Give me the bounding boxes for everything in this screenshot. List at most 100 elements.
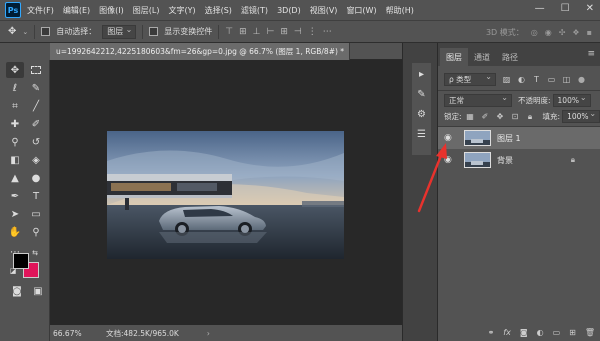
document-tab[interactable]: u=1992642212,4225180603&fm=26&gp=0.jpg @… bbox=[50, 43, 350, 60]
layer-name[interactable]: 图层 1 bbox=[497, 133, 521, 144]
layer-row[interactable]: ◉ 图层 1 bbox=[438, 127, 600, 149]
hand-tool-icon[interactable]: ✋ bbox=[6, 224, 24, 240]
properties-panel-icon[interactable]: ☰ bbox=[416, 129, 427, 140]
swap-colors-icon[interactable]: ⇆ bbox=[30, 248, 40, 258]
align-left-icon[interactable]: ⊢ bbox=[267, 27, 275, 37]
screen-mode-icon[interactable]: ▣ bbox=[29, 283, 47, 299]
lock-all-icon[interactable]: 🔒︎ bbox=[526, 112, 535, 121]
foreground-color-swatch[interactable] bbox=[13, 253, 29, 269]
lock-artboard-icon[interactable]: ⊡ bbox=[511, 112, 520, 121]
align-top-icon[interactable]: ⊤ bbox=[225, 27, 233, 37]
lock-transparent-icon[interactable]: ▦ bbox=[466, 112, 475, 121]
tab-channels[interactable]: 通道 bbox=[468, 48, 496, 66]
quick-select-tool-icon[interactable]: ✎ bbox=[27, 80, 45, 96]
menu-filter[interactable]: 滤镜(T) bbox=[241, 5, 268, 16]
minimize-button[interactable]: — bbox=[535, 3, 545, 14]
type-tool-icon[interactable]: T bbox=[27, 188, 45, 204]
adjustment-layer-icon[interactable]: ◐ bbox=[537, 328, 544, 337]
layer-filter-dropdown[interactable]: ρ 类型 bbox=[444, 72, 496, 86]
tab-layers[interactable]: 图层 bbox=[440, 48, 468, 66]
menu-layer[interactable]: 图层(L) bbox=[133, 5, 160, 16]
fx-icon[interactable]: fx bbox=[503, 328, 511, 337]
eraser-tool-icon[interactable]: ◧ bbox=[6, 152, 24, 168]
auto-select-dropdown[interactable]: 图层 bbox=[102, 24, 137, 39]
align-vcenter-icon[interactable]: ⊞ bbox=[239, 27, 247, 37]
pen-tool-icon[interactable]: ✒ bbox=[6, 188, 24, 204]
history-panel-icon[interactable]: ▸ bbox=[416, 69, 427, 80]
filter-pixel-icon[interactable]: ▨ bbox=[502, 75, 511, 84]
filter-toggle-icon[interactable]: ● bbox=[577, 75, 586, 84]
adjustments-panel-icon[interactable]: ⚙ bbox=[416, 109, 427, 120]
link-layers-icon[interactable]: ⚭ bbox=[488, 328, 495, 337]
opacity-input[interactable]: 100% bbox=[552, 93, 591, 107]
paint-bucket-icon[interactable]: ◈ bbox=[27, 152, 45, 168]
filter-adjustment-icon[interactable]: ◐ bbox=[517, 75, 526, 84]
eye-icon[interactable]: ◉ bbox=[444, 155, 456, 165]
menu-image[interactable]: 图像(I) bbox=[99, 5, 124, 16]
blend-mode-dropdown[interactable]: 正常 bbox=[444, 93, 512, 107]
distribute-h-icon[interactable]: ⋯ bbox=[323, 27, 332, 37]
eye-icon[interactable]: ◉ bbox=[444, 133, 456, 143]
zoom-tool-icon[interactable]: ⚲ bbox=[27, 224, 45, 240]
tab-paths[interactable]: 路径 bbox=[496, 48, 524, 66]
filter-type-icon[interactable]: T bbox=[532, 75, 541, 84]
3d-rotate-icon[interactable]: ◎ bbox=[531, 28, 538, 37]
align-hcenter-icon[interactable]: ⊞ bbox=[280, 27, 288, 37]
path-select-icon[interactable]: ➤ bbox=[6, 206, 24, 222]
menu-file[interactable]: 文件(F) bbox=[27, 5, 54, 16]
canvas-area[interactable] bbox=[50, 60, 402, 325]
eyedropper-tool-icon[interactable]: ╱ bbox=[27, 98, 45, 114]
menu-type[interactable]: 文字(Y) bbox=[168, 5, 195, 16]
status-menu-arrow-icon[interactable]: › bbox=[207, 329, 210, 338]
menu-3d[interactable]: 3D(D) bbox=[277, 6, 301, 15]
lasso-tool-icon[interactable]: ℓ bbox=[6, 80, 24, 96]
brush-panel-icon[interactable]: ✎ bbox=[416, 89, 427, 100]
shape-tool-icon[interactable]: ▭ bbox=[27, 206, 45, 222]
show-transform-checkbox[interactable] bbox=[149, 27, 159, 36]
filter-shape-icon[interactable]: ▭ bbox=[547, 75, 556, 84]
menu-view[interactable]: 视图(V) bbox=[310, 5, 338, 16]
new-layer-icon[interactable]: ⊞ bbox=[569, 328, 576, 337]
add-mask-icon[interactable]: ◙ bbox=[520, 328, 528, 337]
filter-smart-icon[interactable]: ◫ bbox=[562, 75, 571, 84]
menu-window[interactable]: 窗口(W) bbox=[346, 5, 376, 16]
3d-slide-icon[interactable]: ❖ bbox=[572, 28, 579, 37]
brush-tool-icon[interactable]: ✐ bbox=[27, 116, 45, 132]
dodge-tool-icon[interactable]: ● bbox=[27, 170, 45, 186]
lock-position-icon[interactable]: ✥ bbox=[496, 112, 505, 121]
menu-select[interactable]: 选择(S) bbox=[205, 5, 232, 16]
document-tab-bar: u=1992642212,4225180603&fm=26&gp=0.jpg @… bbox=[50, 43, 402, 60]
3d-scale-icon[interactable]: ▪ bbox=[587, 28, 592, 37]
panel-menu-icon[interactable]: ≡ bbox=[587, 49, 595, 59]
maximize-button[interactable]: ☐ bbox=[561, 3, 570, 14]
new-group-icon[interactable]: ▭ bbox=[553, 328, 561, 337]
healing-brush-icon[interactable]: ✚ bbox=[6, 116, 24, 132]
zoom-level[interactable]: 66.67% bbox=[53, 329, 88, 338]
close-window-button[interactable]: ✕ bbox=[586, 3, 594, 14]
auto-select-checkbox[interactable] bbox=[41, 27, 51, 36]
quick-mask-icon[interactable]: ◙ bbox=[8, 283, 26, 299]
lock-image-icon[interactable]: ✐ bbox=[481, 112, 490, 121]
menu-help[interactable]: 帮助(H) bbox=[386, 5, 414, 16]
document-image[interactable] bbox=[107, 131, 344, 259]
3d-roll-icon[interactable]: ◉ bbox=[545, 28, 552, 37]
clone-stamp-icon[interactable]: ⚲ bbox=[6, 134, 24, 150]
chevron-down-icon[interactable]: ⌄ bbox=[22, 28, 28, 36]
fill-input[interactable]: 100% bbox=[562, 109, 600, 123]
move-tool-icon[interactable]: ✥ bbox=[6, 62, 24, 78]
layer-name[interactable]: 背景 bbox=[497, 155, 513, 166]
blur-tool-icon[interactable]: ▲ bbox=[6, 170, 24, 186]
align-bottom-icon[interactable]: ⊥ bbox=[253, 27, 261, 37]
layers-panel-footer: ⚭ fx ◙ ◐ ▭ ⊞ 🗑︎ bbox=[438, 324, 600, 341]
delete-layer-icon[interactable]: 🗑︎ bbox=[585, 328, 595, 337]
history-brush-icon[interactable]: ↺ bbox=[27, 134, 45, 150]
3d-pan-icon[interactable]: ✣ bbox=[559, 28, 566, 37]
align-right-icon[interactable]: ⊣ bbox=[294, 27, 302, 37]
opacity-value: 100% bbox=[557, 96, 579, 105]
move-tool-preset-icon[interactable]: ✥ bbox=[8, 26, 16, 37]
marquee-tool-icon[interactable] bbox=[27, 62, 45, 78]
distribute-icon[interactable]: ⋮ bbox=[308, 27, 317, 37]
layer-row[interactable]: ◉ 背景 🔒︎ bbox=[438, 149, 600, 171]
menu-edit[interactable]: 编辑(E) bbox=[63, 5, 90, 16]
crop-tool-icon[interactable]: ⌗ bbox=[6, 98, 24, 114]
